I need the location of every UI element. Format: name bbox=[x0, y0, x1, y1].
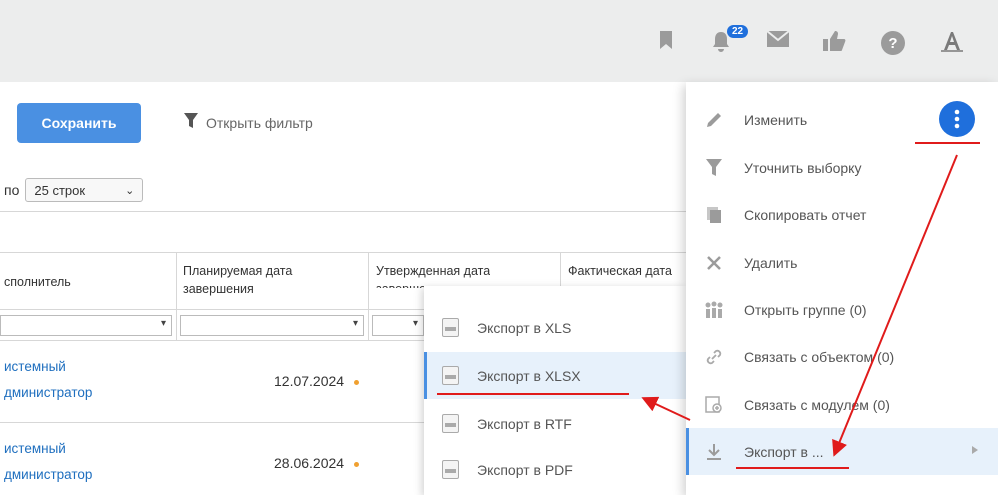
notification-badge: 22 bbox=[727, 25, 749, 38]
table-row-planned-date: 28.06.2024 bbox=[274, 455, 345, 471]
menu-item-refine-selection[interactable]: Уточнить выборку bbox=[686, 144, 998, 191]
approved-date-filter-select[interactable] bbox=[372, 315, 424, 336]
menu-item-delete[interactable]: Удалить bbox=[686, 239, 998, 286]
save-button[interactable]: Сохранить bbox=[17, 103, 141, 143]
export-xlsx-item[interactable]: Экспорт в XLSX bbox=[424, 352, 686, 399]
help-icon[interactable]: ? bbox=[880, 30, 906, 56]
menu-item-open-to-group[interactable]: Открыть группе (0) bbox=[686, 286, 998, 333]
executor-filter-select[interactable] bbox=[0, 315, 172, 336]
planned-date-filter-select[interactable] bbox=[180, 315, 364, 336]
file-icon bbox=[442, 414, 459, 433]
column-divider bbox=[176, 252, 177, 340]
table-row-planned-date: 12.07.2024 bbox=[274, 373, 345, 389]
rows-per-page-select[interactable]: 25 строк ⌄ bbox=[25, 178, 144, 202]
bookmark-icon[interactable] bbox=[659, 30, 673, 50]
column-header-planned-date[interactable]: Планируемая дата завершения bbox=[183, 262, 292, 298]
menu-item-export[interactable]: Экспорт в ... bbox=[686, 428, 998, 475]
link-icon bbox=[704, 347, 724, 367]
table-row-executor-link[interactable]: истемный дминистратор bbox=[4, 354, 92, 406]
top-bar: 22 ? bbox=[0, 0, 998, 82]
divider bbox=[0, 340, 424, 341]
rows-per-page-prefix: по bbox=[4, 182, 20, 198]
divider bbox=[0, 252, 686, 253]
actions-menu: Изменить Уточнить выборку Скопировать от… bbox=[686, 82, 998, 495]
open-filter-button[interactable]: Открыть фильтр bbox=[184, 113, 313, 132]
thumbs-up-icon[interactable] bbox=[822, 30, 846, 52]
rows-per-page-value: 25 строк bbox=[34, 182, 86, 198]
download-icon bbox=[704, 442, 724, 462]
column-header-approved-date[interactable]: Утвержденная дата завершения bbox=[376, 262, 490, 288]
status-dot bbox=[354, 380, 359, 385]
more-vertical-icon bbox=[954, 109, 960, 129]
menu-item-copy-report[interactable]: Скопировать отчет bbox=[686, 191, 998, 238]
status-dot bbox=[354, 462, 359, 467]
export-rtf-item[interactable]: Экспорт в RTF bbox=[424, 400, 686, 447]
column-header-executor[interactable]: сполнитель bbox=[4, 273, 71, 291]
open-filter-label: Открыть фильтр bbox=[206, 114, 313, 131]
rows-per-page: по 25 строк ⌄ bbox=[4, 178, 144, 202]
divider bbox=[0, 422, 424, 423]
font-icon[interactable] bbox=[940, 30, 964, 52]
column-divider bbox=[560, 252, 561, 288]
column-header-actual-date[interactable]: Фактическая дата завершения bbox=[568, 262, 686, 288]
svg-text:?: ? bbox=[888, 35, 897, 52]
export-xls-item[interactable]: Экспорт в XLS bbox=[424, 304, 686, 351]
column-divider bbox=[368, 252, 369, 340]
close-icon bbox=[704, 253, 724, 273]
divider bbox=[0, 309, 424, 310]
more-options-button[interactable] bbox=[939, 101, 975, 137]
copy-icon bbox=[704, 205, 724, 225]
table-row-executor-link[interactable]: истемный дминистратор bbox=[4, 436, 92, 488]
menu-item-link-module[interactable]: Связать с модулем (0) bbox=[686, 381, 998, 428]
filter-icon bbox=[184, 113, 198, 132]
export-pdf-item[interactable]: Экспорт в PDF bbox=[424, 446, 686, 493]
module-icon bbox=[704, 395, 724, 415]
mail-icon[interactable] bbox=[766, 30, 790, 48]
file-icon bbox=[442, 366, 459, 385]
file-icon bbox=[442, 318, 459, 337]
filter-icon bbox=[704, 158, 724, 178]
pencil-icon bbox=[704, 110, 724, 130]
export-submenu: Экспорт в XLS Экспорт в XLSX Экспорт в R… bbox=[424, 286, 686, 495]
group-icon bbox=[704, 300, 724, 320]
file-icon bbox=[442, 460, 459, 479]
chevron-down-icon: ⌄ bbox=[125, 184, 135, 197]
menu-item-link-object[interactable]: Связать с объектом (0) bbox=[686, 333, 998, 380]
divider bbox=[0, 211, 686, 212]
chevron-right-icon bbox=[972, 446, 978, 454]
